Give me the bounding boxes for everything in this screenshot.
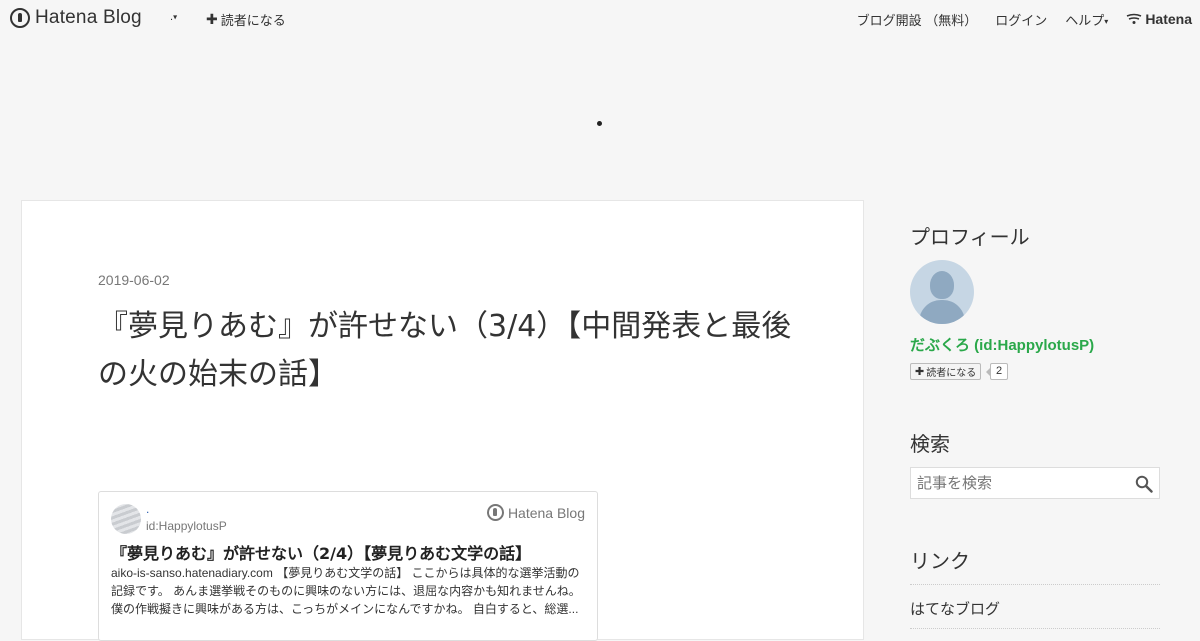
embed-brand-text: Hatena Blog xyxy=(507,504,585,521)
avatar-head-shape xyxy=(930,271,954,299)
embed-hatena-blog-logo: Hatena Blog xyxy=(486,504,585,521)
hatena-label: Hatena xyxy=(1145,11,1192,27)
search-icon[interactable] xyxy=(1135,475,1153,493)
subscribe-button[interactable]: ✚ 読者になる xyxy=(206,10,286,29)
hatena-blog-logo-icon xyxy=(10,8,30,28)
link-item-hatena-blog[interactable]: はてなブログ xyxy=(910,598,1000,619)
profile-subscribe-button[interactable]: ✚ 読者になる xyxy=(910,363,982,380)
entry-title[interactable]: 『夢見りあむ』が許せない（3/4）【中間発表と最後の火の始末の話】 xyxy=(98,303,798,399)
profile-heading: プロフィール xyxy=(910,225,1030,249)
hatena-blog-logo-icon xyxy=(486,504,504,521)
entry-article: 2019-06-02 『夢見りあむ』が許せない（3/4）【中間発表と最後の火の始… xyxy=(21,200,864,641)
hatena-link[interactable]: Hatena xyxy=(1126,11,1192,27)
blog-menu-dropdown[interactable]: .▾ xyxy=(170,11,177,23)
blog-title[interactable] xyxy=(597,121,602,126)
search-form xyxy=(910,467,1160,499)
blog-card-embed[interactable]: . id:HappylotusP Hatena Blog 『夢見りあむ』が許せな… xyxy=(98,491,598,641)
plus-icon: ✚ xyxy=(915,366,925,378)
plus-icon: ✚ xyxy=(206,11,218,27)
help-menu[interactable]: ヘルプ▾ xyxy=(1065,10,1108,29)
profile-name-link[interactable]: だぶくろ (id:HappylotusP) xyxy=(910,334,1094,355)
links-heading: リンク xyxy=(910,549,970,573)
link-divider xyxy=(910,628,1160,629)
search-input[interactable] xyxy=(911,468,1131,498)
embed-user-id[interactable]: id:HappylotusP xyxy=(146,519,227,533)
signup-link[interactable]: ブログ開設 （無料） xyxy=(857,10,978,29)
caret-down-icon: ▾ xyxy=(173,12,178,22)
embed-avatar[interactable] xyxy=(111,504,141,534)
embed-title[interactable]: 『夢見りあむ』が許せない（2/4）【夢見りあむ文学の話】 xyxy=(111,540,591,564)
profile-subscribe-label: 読者になる xyxy=(926,368,977,379)
global-header: Hatena Blog .▾ ✚ 読者になる ブログ開設 （無料） ログイン ヘ… xyxy=(0,0,1200,36)
entry-date[interactable]: 2019-06-02 xyxy=(98,272,170,288)
caret-down-icon: ▾ xyxy=(1104,16,1109,26)
subscribe-label: 読者になる xyxy=(220,13,286,28)
login-link[interactable]: ログイン xyxy=(995,10,1047,29)
hatena-blog-logo[interactable]: Hatena Blog xyxy=(10,7,142,29)
embed-blog-name[interactable]: . xyxy=(146,502,149,516)
search-heading: 検索 xyxy=(910,432,950,456)
subscriber-count[interactable]: 2 xyxy=(985,363,1009,380)
brand-text: Hatena Blog xyxy=(35,7,142,28)
profile-avatar[interactable] xyxy=(910,260,974,324)
embed-description: aiko-is-sanso.hatenadiary.com 【夢見りあむ文学の話… xyxy=(111,566,581,616)
avatar-body-shape xyxy=(919,300,965,324)
link-divider xyxy=(910,584,1160,585)
global-nav: ブログ開設 （無料） ログイン ヘルプ▾ Hatena xyxy=(839,10,1200,28)
hatena-icon xyxy=(1126,13,1142,24)
help-label: ヘルプ xyxy=(1065,12,1105,28)
